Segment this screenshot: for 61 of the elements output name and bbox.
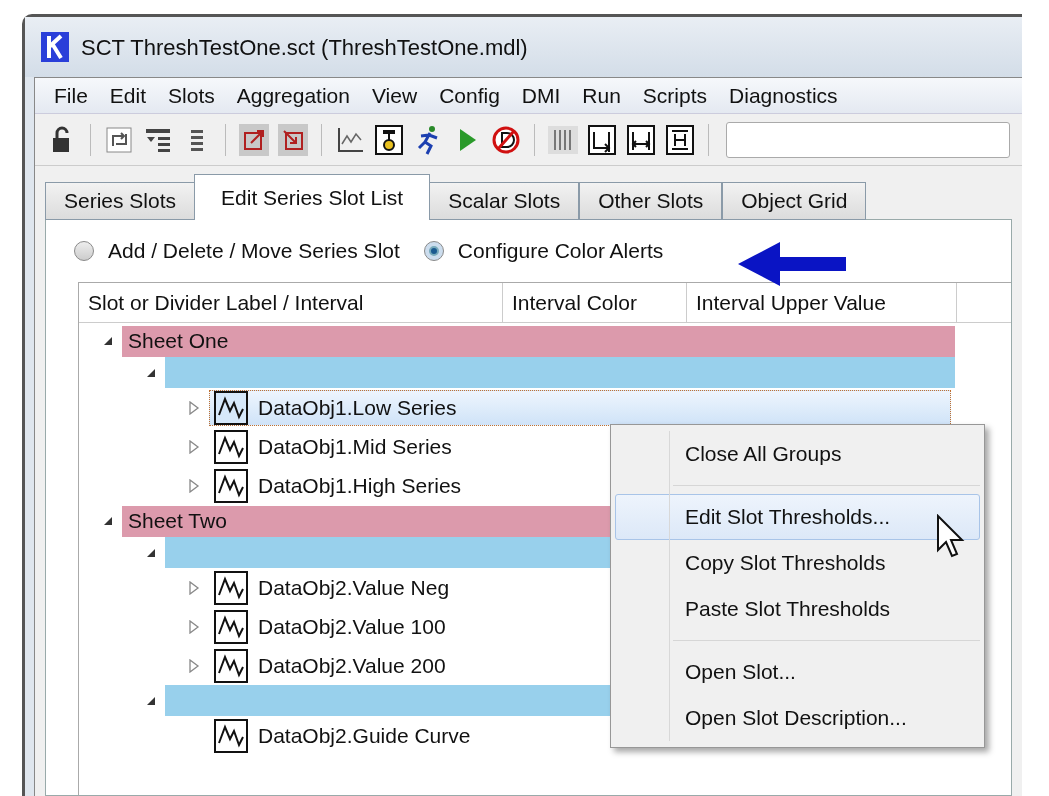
column-header[interactable]: Slot or Divider Label / Interval	[79, 283, 503, 322]
series-chart-icon	[214, 570, 248, 605]
series-chart-icon	[214, 429, 248, 464]
menu-item[interactable]: Config	[428, 79, 511, 112]
tab[interactable]: Other Slots	[579, 182, 723, 220]
menu-item[interactable]: Edit	[98, 79, 158, 112]
collapsed-triangle-icon[interactable]	[188, 439, 200, 454]
series-chart-icon	[214, 718, 248, 753]
radio-label: Add / Delete / Move Series Slot	[108, 238, 400, 265]
tab[interactable]: Object Grid	[722, 182, 867, 220]
menu-item[interactable]: View	[361, 79, 429, 112]
slot-row[interactable]: DataObj1.Low Series	[209, 389, 951, 426]
series-chart-icon	[214, 609, 248, 644]
tab[interactable]: Scalar Slots	[429, 182, 580, 220]
slot-label: DataObj2.Value 200	[258, 652, 446, 679]
export-icon[interactable]	[239, 123, 269, 156]
tab[interactable]: Edit Series Slot List	[194, 174, 431, 220]
menu-item[interactable]: Paste Slot Thresholds	[615, 586, 980, 632]
sheet-label: Sheet Two	[128, 508, 227, 535]
menu-item[interactable]: Scripts	[631, 79, 719, 112]
radio-label: Configure Color Alerts	[457, 238, 664, 265]
menu-item[interactable]: File	[43, 79, 99, 112]
import-icon[interactable]	[278, 123, 308, 156]
slot-label: DataObj1.Mid Series	[258, 433, 452, 460]
node-icon[interactable]	[374, 123, 404, 156]
menu-item[interactable]: Open Slot...	[615, 649, 980, 695]
series-chart-icon	[214, 390, 248, 425]
radio-button[interactable]	[423, 241, 444, 261]
slot-label: DataObj1.Low Series	[258, 394, 457, 421]
menu-item[interactable]: Open Slot Description...	[615, 695, 980, 741]
collapsed-triangle-icon[interactable]	[188, 478, 200, 493]
collapsed-triangle-icon[interactable]	[188, 400, 200, 415]
fit-right-icon[interactable]	[587, 123, 617, 156]
slot-label: DataObj2.Value Neg	[258, 574, 450, 601]
series-chart-icon	[214, 468, 248, 503]
collapsed-triangle-icon[interactable]	[188, 580, 200, 595]
window-title: SCT ThreshTestOne.sct (ThreshTestOne.mdl)	[81, 33, 528, 62]
fit-all-icon[interactable]	[665, 123, 695, 156]
menu-item[interactable]: Run	[571, 79, 632, 112]
menu-item[interactable]: Edit Slot Thresholds...	[615, 494, 980, 540]
toolbar-field[interactable]	[726, 121, 1010, 158]
tab[interactable]: Series Slots	[45, 182, 196, 220]
slot-label: DataObj2.Guide Curve	[258, 722, 471, 749]
columns-icon[interactable]	[548, 123, 578, 156]
cursor-icon	[936, 514, 966, 560]
sheet-row[interactable]: Sheet One	[122, 325, 955, 357]
slot-label: DataObj1.High Series	[258, 472, 462, 499]
slot-label: DataObj2.Value 100	[258, 613, 446, 640]
menu-item[interactable]: Aggregation	[225, 79, 361, 112]
column-header[interactable]: Interval Color	[503, 283, 687, 322]
menu-item[interactable]: Slots	[157, 79, 226, 112]
menu-item[interactable]: Copy Slot Thresholds	[615, 540, 980, 586]
radio-button[interactable]	[74, 241, 94, 261]
series-chart-icon	[214, 648, 248, 683]
collapsed-triangle-icon[interactable]	[188, 658, 200, 673]
sheet-label: Sheet One	[128, 328, 229, 355]
app-logo-icon	[41, 32, 69, 62]
fit-width-icon[interactable]	[626, 123, 656, 156]
collapsed-triangle-icon[interactable]	[188, 619, 200, 634]
menu-item[interactable]: DMI	[510, 79, 572, 112]
menu-item[interactable]: Diagnostics	[718, 79, 849, 112]
